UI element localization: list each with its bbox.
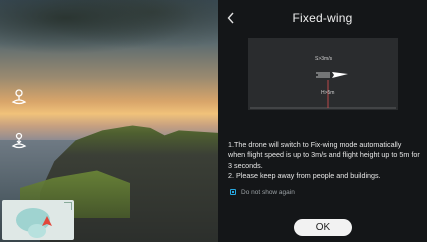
diagram-graphic	[250, 72, 396, 109]
camera-view[interactable]	[0, 0, 218, 242]
landing-button[interactable]	[9, 131, 29, 151]
height-label: H>5m	[321, 90, 335, 96]
map-pin-icon	[42, 216, 52, 226]
instruction-2: 2. Please keep away from people and buil…	[228, 171, 381, 181]
plane-icon	[316, 72, 348, 78]
camera-foliage	[0, 0, 218, 60]
ok-button[interactable]: OK	[294, 219, 352, 236]
speed-label: S>3m/s	[315, 56, 333, 62]
dont-show-checkbox[interactable]	[230, 189, 236, 195]
dont-show-row[interactable]: Do not show again	[230, 187, 295, 197]
dont-show-label: Do not show again	[241, 188, 295, 196]
panel-header: Fixed-wing	[218, 0, 427, 36]
fixed-wing-diagram: S>3m/s H>5m	[248, 38, 398, 110]
landing-icon	[11, 132, 27, 149]
fixed-wing-panel: Fixed-wing S>3m/s H>5m 1.The drone will …	[218, 0, 427, 242]
checkbox-dot	[232, 191, 234, 193]
takeoff-button[interactable]	[9, 87, 29, 107]
panel-title: Fixed-wing	[292, 11, 353, 25]
app-screen: Fixed-wing S>3m/s H>5m 1.The drone will …	[0, 0, 427, 242]
instructions-text: 1.The drone will switch to Fix-wing mode…	[228, 140, 420, 182]
expand-map-icon[interactable]	[64, 202, 72, 210]
instruction-1: 1.The drone will switch to Fix-wing mode…	[228, 140, 420, 170]
mini-map[interactable]	[2, 200, 74, 240]
takeoff-icon	[11, 89, 27, 105]
